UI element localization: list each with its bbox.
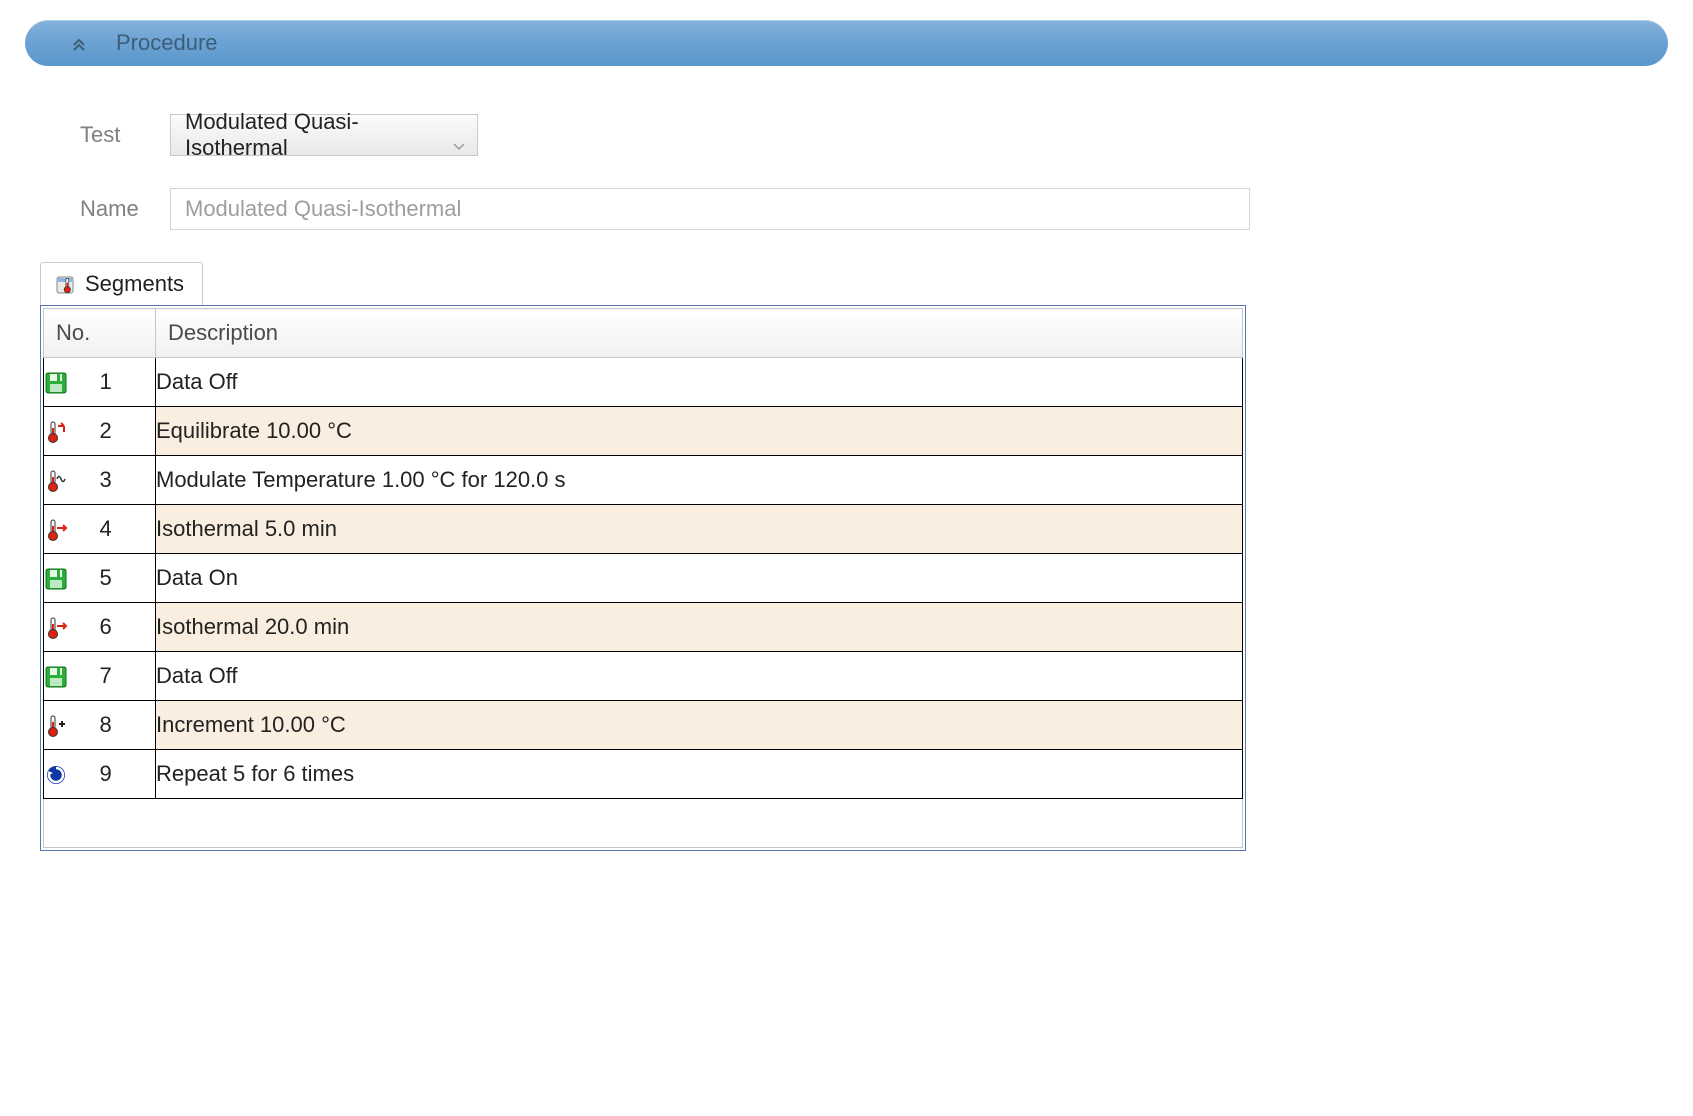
collapse-chevron-icon[interactable] xyxy=(70,34,88,52)
segment-number: 6 xyxy=(100,603,156,652)
segment-description: Data Off xyxy=(156,652,1243,701)
therm-arrow-icon xyxy=(44,505,100,554)
segment-description: Isothermal 20.0 min xyxy=(156,603,1243,652)
segments-tab-icon xyxy=(55,274,75,294)
segment-description: Data Off xyxy=(156,358,1243,407)
table-row[interactable]: 9Repeat 5 for 6 times xyxy=(44,750,1243,799)
table-row[interactable]: 1Data Off xyxy=(44,358,1243,407)
segment-description: Equilibrate 10.00 °C xyxy=(156,407,1243,456)
segment-description: Modulate Temperature 1.00 °C for 120.0 s xyxy=(156,456,1243,505)
segment-number: 9 xyxy=(100,750,156,799)
tab-segments[interactable]: Segments xyxy=(40,262,203,305)
table-row[interactable]: 2Equilibrate 10.00 °C xyxy=(44,407,1243,456)
table-row[interactable]: 6Isothermal 20.0 min xyxy=(44,603,1243,652)
table-row[interactable]: 8Increment 10.00 °C xyxy=(44,701,1243,750)
segments-table: No. Description 1Data Off2Equilibrate 10… xyxy=(43,308,1243,848)
name-input[interactable] xyxy=(170,188,1250,230)
segment-number: 4 xyxy=(100,505,156,554)
disk-icon xyxy=(44,358,100,407)
tab-segments-label: Segments xyxy=(85,271,184,297)
test-label: Test xyxy=(80,122,170,148)
therm-wave-icon xyxy=(44,456,100,505)
segment-number: 8 xyxy=(100,701,156,750)
segment-description: Isothermal 5.0 min xyxy=(156,505,1243,554)
table-row[interactable]: 3Modulate Temperature 1.00 °C for 120.0 … xyxy=(44,456,1243,505)
segment-number: 2 xyxy=(100,407,156,456)
name-label: Name xyxy=(80,196,170,222)
disk-icon xyxy=(44,554,100,603)
panel-header[interactable]: Procedure xyxy=(25,20,1668,66)
disk-icon xyxy=(44,652,100,701)
segment-number: 7 xyxy=(100,652,156,701)
col-header-description[interactable]: Description xyxy=(156,309,1243,358)
panel-header-title: Procedure xyxy=(116,30,218,56)
test-select-value: Modulated Quasi-Isothermal xyxy=(185,109,443,161)
segment-number: 1 xyxy=(100,358,156,407)
repeat-icon xyxy=(44,750,100,799)
table-row[interactable]: 5Data On xyxy=(44,554,1243,603)
segments-table-container: No. Description 1Data Off2Equilibrate 10… xyxy=(40,305,1246,851)
therm-plus-icon xyxy=(44,701,100,750)
table-row[interactable]: 7Data Off xyxy=(44,652,1243,701)
segment-description: Data On xyxy=(156,554,1243,603)
segment-number: 3 xyxy=(100,456,156,505)
test-select[interactable]: Modulated Quasi-Isothermal xyxy=(170,114,478,156)
segment-description: Repeat 5 for 6 times xyxy=(156,750,1243,799)
therm-arrow-icon xyxy=(44,603,100,652)
col-header-no[interactable]: No. xyxy=(44,309,156,358)
therm-turn-icon xyxy=(44,407,100,456)
segment-number: 5 xyxy=(100,554,156,603)
table-footer-blank-row xyxy=(44,799,1243,848)
segment-description: Increment 10.00 °C xyxy=(156,701,1243,750)
dropdown-caret-icon xyxy=(453,131,465,139)
table-row[interactable]: 4Isothermal 5.0 min xyxy=(44,505,1243,554)
